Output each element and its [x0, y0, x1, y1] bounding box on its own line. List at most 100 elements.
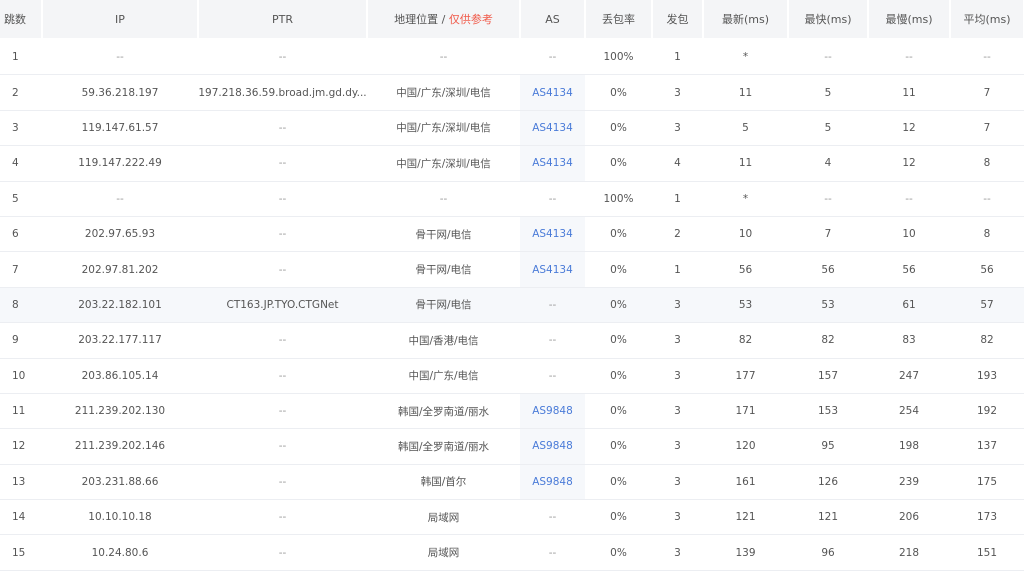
- cell-ptr: CT163.JP.TYO.CTGNet: [198, 287, 367, 324]
- header-worst: 最慢(ms): [868, 0, 951, 40]
- cell-last: 120: [703, 428, 788, 465]
- as-link[interactable]: AS9848: [520, 393, 585, 430]
- as-link[interactable]: AS4134: [520, 145, 585, 182]
- header-geo: 地理位置 / 仅供参考: [367, 0, 521, 40]
- cell-ptr: 197.218.36.59.broad.jm.gd.dy...: [198, 74, 367, 111]
- cell-worst: 11: [868, 74, 950, 111]
- cell-best: 121: [788, 499, 868, 536]
- cell-ip: 202.97.81.202: [42, 251, 198, 288]
- cell-as: --: [520, 322, 585, 359]
- cell-loss: 0%: [585, 322, 652, 359]
- cell-ip: 202.97.65.93: [42, 216, 198, 253]
- cell-last: 5: [703, 110, 788, 147]
- cell-last: 121: [703, 499, 788, 536]
- cell-ip: 203.22.182.101: [42, 287, 198, 324]
- cell-best: 126: [788, 464, 868, 501]
- cell-geo: 中国/广东/深圳/电信: [367, 74, 520, 111]
- cell-last: 82: [703, 322, 788, 359]
- cell-avg: 8: [950, 145, 1024, 182]
- cell-geo: 韩国/全罗南道/丽水: [367, 393, 520, 430]
- cell-last: 11: [703, 74, 788, 111]
- cell-best: 56: [788, 251, 868, 288]
- cell-ip: 119.147.222.49: [42, 145, 198, 182]
- as-link[interactable]: AS4134: [520, 251, 585, 288]
- as-link[interactable]: AS9848: [520, 428, 585, 465]
- cell-loss: 0%: [585, 216, 652, 253]
- cell-avg: 82: [950, 322, 1024, 359]
- cell-ip: 203.86.105.14: [42, 358, 198, 394]
- cell-best: 5: [788, 110, 868, 147]
- cell-hop: 10: [0, 358, 42, 394]
- cell-hop: 2: [0, 74, 42, 111]
- cell-hop: 3: [0, 110, 42, 147]
- cell-geo: 中国/广东/深圳/电信: [367, 145, 520, 182]
- cell-hop: 15: [0, 534, 42, 571]
- cell-best: 82: [788, 322, 868, 359]
- cell-ip: --: [42, 39, 198, 76]
- cell-ip: 211.239.202.130: [42, 393, 198, 430]
- as-link[interactable]: AS4134: [520, 216, 585, 253]
- cell-worst: 61: [868, 287, 950, 324]
- cell-geo: 中国/广东/深圳/电信: [367, 110, 520, 147]
- cell-ptr: --: [198, 464, 367, 501]
- cell-loss: 0%: [585, 287, 652, 324]
- cell-worst: 56: [868, 251, 950, 288]
- table-row: 14 10.10.10.18 -- 局域网 -- 0% 3 121 121 206 173: [0, 499, 1024, 536]
- cell-hop: 9: [0, 322, 42, 359]
- cell-sent: 3: [652, 74, 703, 111]
- header-hop: 跳数: [0, 0, 43, 40]
- traceroute-table: 跳数 IP PTR 地理位置 / 仅供参考 AS 丢包率 发包 最新(ms) 最…: [0, 0, 1024, 571]
- table-row: 7 202.97.81.202 -- 骨干网/电信 AS4134 0% 1 56 56 56 56: [0, 251, 1024, 288]
- cell-geo: 骨干网/电信: [367, 251, 520, 288]
- table-row: 1 -- -- -- -- 100% 1 * -- -- --: [0, 39, 1024, 76]
- as-link[interactable]: AS9848: [520, 464, 585, 501]
- cell-last: 139: [703, 534, 788, 571]
- table-row: 6 202.97.65.93 -- 骨干网/电信 AS4134 0% 2 10 7 10 8: [0, 216, 1024, 253]
- cell-sent: 3: [652, 499, 703, 536]
- cell-best: 4: [788, 145, 868, 182]
- cell-ptr: --: [198, 428, 367, 465]
- cell-worst: 12: [868, 110, 950, 147]
- header-last: 最新(ms): [703, 0, 789, 40]
- cell-hop: 5: [0, 181, 42, 217]
- cell-sent: 2: [652, 216, 703, 253]
- cell-geo: --: [367, 181, 520, 217]
- cell-ip: 10.10.10.18: [42, 499, 198, 536]
- as-link[interactable]: AS4134: [520, 110, 585, 147]
- cell-worst: 206: [868, 499, 950, 536]
- cell-ip: 203.231.88.66: [42, 464, 198, 501]
- cell-geo: 局域网: [367, 499, 520, 536]
- cell-last: 10: [703, 216, 788, 253]
- cell-worst: 12: [868, 145, 950, 182]
- cell-sent: 3: [652, 110, 703, 147]
- cell-avg: 193: [950, 358, 1024, 394]
- table-row: 5 -- -- -- -- 100% 1 * -- -- --: [0, 181, 1024, 217]
- cell-avg: 173: [950, 499, 1024, 536]
- cell-last: 11: [703, 145, 788, 182]
- cell-worst: --: [868, 39, 950, 76]
- cell-worst: 254: [868, 393, 950, 430]
- cell-last: 177: [703, 358, 788, 394]
- cell-sent: 3: [652, 464, 703, 501]
- cell-as: --: [520, 358, 585, 394]
- cell-sent: 3: [652, 428, 703, 465]
- cell-geo: 中国/广东/电信: [367, 358, 520, 394]
- header-best: 最快(ms): [788, 0, 869, 40]
- table-row: 4 119.147.222.49 -- 中国/广东/深圳/电信 AS4134 0% 4 11 4…: [0, 145, 1024, 182]
- cell-loss: 0%: [585, 74, 652, 111]
- cell-avg: 175: [950, 464, 1024, 501]
- cell-last: *: [703, 181, 788, 217]
- cell-ip: 203.22.177.117: [42, 322, 198, 359]
- cell-loss: 0%: [585, 499, 652, 536]
- table-row: 10 203.86.105.14 -- 中国/广东/电信 -- 0% 3 177 157 247 1…: [0, 358, 1024, 394]
- cell-avg: 8: [950, 216, 1024, 253]
- header-geo-note: 仅供参考: [448, 13, 493, 26]
- cell-ptr: --: [198, 358, 367, 394]
- cell-ptr: --: [198, 251, 367, 288]
- as-link[interactable]: AS4134: [520, 74, 585, 111]
- cell-as: --: [520, 39, 585, 76]
- cell-geo: 局域网: [367, 534, 520, 571]
- cell-last: *: [703, 39, 788, 76]
- cell-worst: 10: [868, 216, 950, 253]
- cell-geo: 中国/香港/电信: [367, 322, 520, 359]
